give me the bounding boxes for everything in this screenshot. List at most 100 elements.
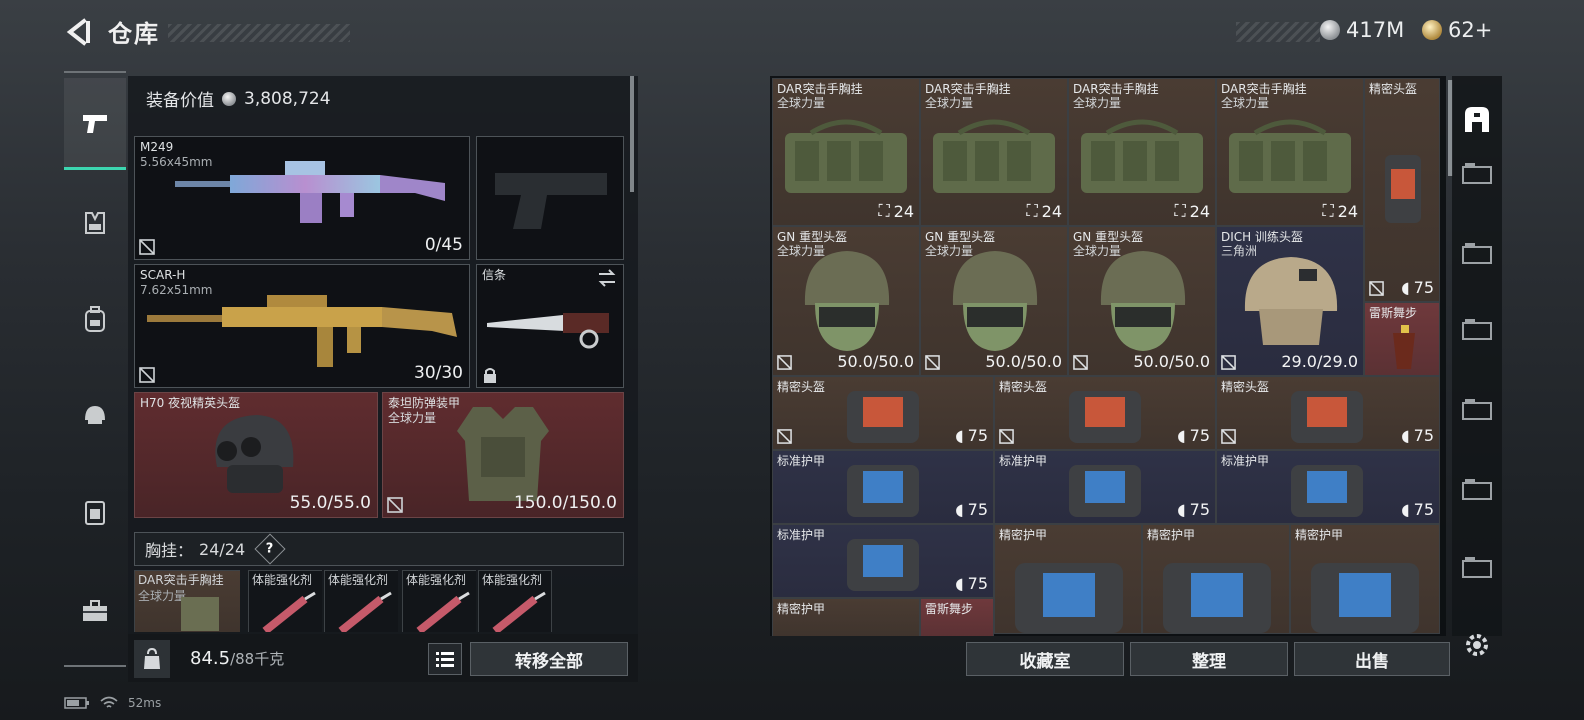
helmet-slot[interactable]: H70 夜视精英头盔 55.0/55.0 xyxy=(134,392,378,518)
container-tab-3[interactable] xyxy=(1452,302,1502,356)
chest-rig-image xyxy=(181,597,219,631)
list-item[interactable]: 体能强化剂 xyxy=(324,570,398,632)
loadout-scrollbar[interactable] xyxy=(630,76,634,192)
stash-item[interactable]: GN 重型头盔 全球力量 50.0/50.0 xyxy=(1068,226,1216,376)
capacity-icon: ⛶ xyxy=(878,201,890,220)
rail-item-toolbox[interactable] xyxy=(64,578,126,644)
stash-item[interactable]: 精密护甲 xyxy=(1142,524,1290,634)
standard-armor-image xyxy=(1069,465,1141,517)
weight-current: 84.5 xyxy=(190,648,231,669)
case-icon xyxy=(1462,399,1492,420)
primary-weapon-slot[interactable]: M249 5.56x45mm 0/45 xyxy=(134,136,470,260)
container-tab-6[interactable] xyxy=(1452,540,1502,594)
precision-helmet-image xyxy=(1385,155,1421,223)
unmarked-icon xyxy=(1073,355,1088,370)
stash-item[interactable]: DAR突击手胸挂 全球力量 ⛶ 24 xyxy=(1216,78,1364,226)
stash-item[interactable]: DICH 训练头盔 三角洲 29.0/29.0 xyxy=(1216,226,1364,376)
armor-icon xyxy=(85,501,105,525)
stash-item[interactable]: DAR突击手胸挂 全球力量 ⛶ 24 xyxy=(772,78,920,226)
helmet-durability: 55.0/55.0 xyxy=(289,493,371,513)
weight-value: 84.5/88千克 xyxy=(190,648,284,669)
armor-name: 泰坦防弹装甲 xyxy=(388,396,461,410)
organize-button[interactable]: 整理 xyxy=(1130,642,1288,676)
chest-rig-image xyxy=(785,119,907,193)
standard-armor-image xyxy=(847,539,919,591)
rail-item-weapons[interactable] xyxy=(64,78,126,170)
stash-item[interactable]: 标准护甲 ◖ 75 xyxy=(1216,450,1440,524)
transfer-all-button[interactable]: 转移全部 xyxy=(470,642,628,676)
sidearm-slot-empty[interactable] xyxy=(476,136,624,260)
rail-item-chest-rig[interactable] xyxy=(64,190,126,256)
capacity-icon: ⛶ xyxy=(1174,201,1186,220)
stash-item[interactable]: 精密护甲 xyxy=(1290,524,1440,634)
armor-brand: 全球力量 xyxy=(388,411,437,425)
unmarked-icon xyxy=(999,429,1014,444)
container-tab-4[interactable] xyxy=(1452,382,1502,436)
unmarked-icon xyxy=(777,355,792,370)
stash-item[interactable]: DAR突击手胸挂 全球力量 ⛶ 24 xyxy=(1068,78,1216,226)
stash-item[interactable]: 标准护甲 ◖ 75 xyxy=(772,524,994,598)
rail-item-backpack[interactable] xyxy=(64,286,126,352)
stash-item[interactable]: 标准护甲 ◖ 75 xyxy=(772,450,994,524)
chest-rig-capacity: 24/24 xyxy=(199,539,246,559)
pistol-silhouette-icon xyxy=(495,173,607,229)
list-item[interactable]: 体能强化剂 xyxy=(248,570,322,632)
rail-item-helmet[interactable] xyxy=(64,382,126,448)
list-item[interactable]: 体能强化剂 xyxy=(478,570,552,632)
settings-button[interactable] xyxy=(1460,628,1494,662)
armor-slot[interactable]: 泰坦防弹装甲 全球力量 150.0/150.0 xyxy=(382,392,624,518)
stash-item[interactable]: GN 重型头盔 全球力量 50.0/50.0 xyxy=(772,226,920,376)
heavy-helmet-image xyxy=(1100,251,1186,351)
chest-rig-bar[interactable]: 胸挂： 24/24 ? xyxy=(134,532,624,566)
weight-max: /88千克 xyxy=(230,650,285,668)
stash-item[interactable]: 精密头盔 ◖ 75 xyxy=(1216,376,1440,450)
unmarked-icon xyxy=(139,367,155,383)
collection-room-button[interactable]: 收藏室 xyxy=(966,642,1124,676)
pistol-icon xyxy=(83,114,107,133)
sell-button[interactable]: 出售 xyxy=(1294,642,1450,676)
unmarked-icon xyxy=(387,497,403,513)
stash-item[interactable]: 精密护甲 xyxy=(772,598,920,636)
unmarked-icon xyxy=(1221,429,1236,444)
swap-icon[interactable] xyxy=(597,269,617,287)
stash-item[interactable]: 雷斯舞步 xyxy=(1364,302,1440,376)
capacity-icon: ⛶ xyxy=(1026,201,1038,220)
rail-item-armor[interactable] xyxy=(64,480,126,546)
container-tab-stash[interactable] xyxy=(1452,92,1502,146)
stash-item[interactable]: 精密头盔 ◖ 75 xyxy=(772,376,994,450)
stash-item[interactable]: 精密头盔 ◖ 75 xyxy=(1364,78,1440,302)
weapon-name: M249 xyxy=(140,140,174,154)
night-vision-helmet-image xyxy=(215,415,294,493)
container-tab-2[interactable] xyxy=(1452,226,1502,280)
stash-item[interactable]: GN 重型头盔 全球力量 50.0/50.0 xyxy=(920,226,1068,376)
case-icon xyxy=(1462,479,1492,500)
gold-amount: 62+ xyxy=(1448,18,1493,42)
shield-icon: ◖ xyxy=(1401,426,1410,445)
currency-decoration xyxy=(1236,22,1320,42)
lock-icon xyxy=(484,368,496,383)
title-decoration xyxy=(168,24,350,42)
list-icon xyxy=(436,652,454,667)
kettlebell-icon xyxy=(144,648,160,669)
secondary-weapon-slot[interactable]: SCAR-H 7.62x51mm 30/30 xyxy=(134,264,470,388)
silver-currency[interactable]: 417M xyxy=(1320,18,1404,42)
stash-item[interactable]: 标准护甲 ◖ 75 xyxy=(994,450,1216,524)
list-item[interactable]: 体能强化剂 xyxy=(402,570,476,632)
container-tab-1[interactable] xyxy=(1452,146,1502,200)
precision-helmet-image xyxy=(1291,391,1363,443)
chest-rig-help-button[interactable]: ? xyxy=(254,533,286,565)
list-item[interactable]: DAR突击手胸挂 全球力量 xyxy=(134,570,240,632)
syringe-image xyxy=(338,591,392,632)
back-button[interactable] xyxy=(62,14,96,50)
container-tab-5[interactable] xyxy=(1452,462,1502,516)
stash-item[interactable]: 精密护甲 xyxy=(994,524,1142,634)
stash-item[interactable]: 精密头盔 ◖ 75 xyxy=(994,376,1216,450)
gold-currency[interactable]: 62+ xyxy=(1422,18,1492,42)
weight-button[interactable] xyxy=(134,640,170,678)
list-view-button[interactable] xyxy=(428,643,462,675)
melee-slot[interactable]: 信条 xyxy=(476,264,624,388)
stash-item[interactable]: 雷斯舞步 xyxy=(920,598,994,636)
shield-icon: ◖ xyxy=(955,574,964,593)
stash-item[interactable]: DAR突击手胸挂 全球力量 ⛶ 24 xyxy=(920,78,1068,226)
standard-armor-image xyxy=(847,465,919,517)
